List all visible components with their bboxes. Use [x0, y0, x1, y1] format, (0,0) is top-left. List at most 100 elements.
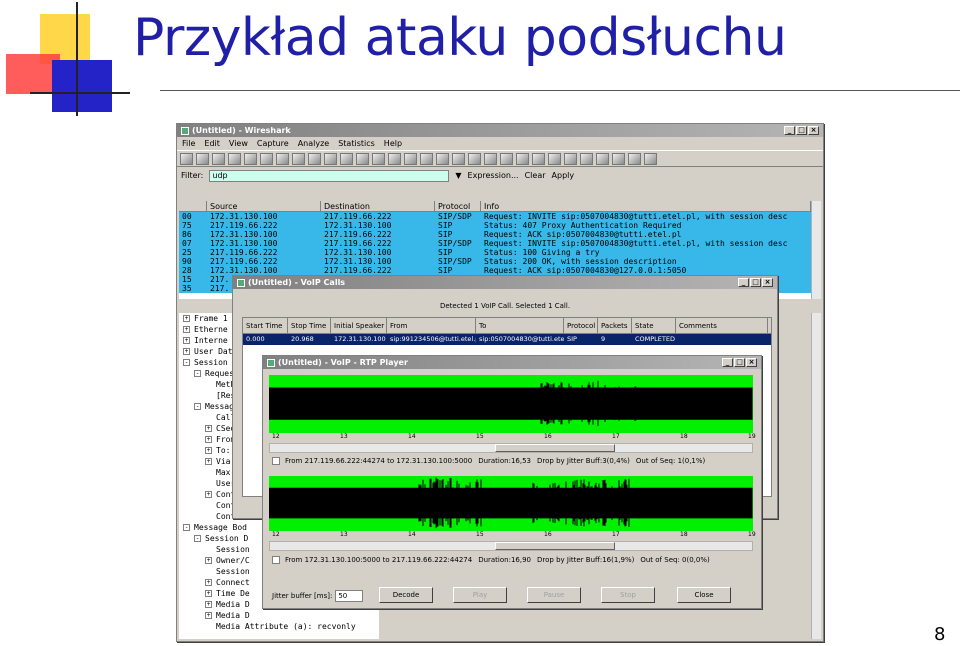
- toolbar-icon[interactable]: [260, 152, 273, 165]
- toolbar-icon[interactable]: [516, 152, 529, 165]
- stop-button[interactable]: Stop: [601, 587, 655, 603]
- table-row[interactable]: 25 217.119.66.222 172.31.130.100 SIP Status:…: [179, 248, 811, 257]
- menu-capture[interactable]: Capture: [257, 139, 289, 148]
- wireshark-titlebar[interactable]: (Untitled) - Wireshark _ □ ×: [177, 124, 823, 137]
- menu-analyze[interactable]: Analyze: [298, 139, 330, 148]
- voip-col-header[interactable]: Comments: [676, 318, 768, 333]
- stream-2-checkbox[interactable]: [272, 556, 280, 564]
- toolbar-icon[interactable]: [532, 152, 545, 165]
- close-button[interactable]: ×: [808, 126, 819, 135]
- table-row[interactable]: 86 172.31.130.100 217.119.66.222 SIP Request…: [179, 230, 811, 239]
- voip-col-header[interactable]: Stop Time: [288, 318, 331, 333]
- collapse-icon[interactable]: -: [183, 524, 190, 531]
- toolbar-icon[interactable]: [244, 152, 257, 165]
- decode-button[interactable]: Decode: [379, 587, 433, 603]
- toolbar-icon[interactable]: [420, 152, 433, 165]
- toolbar-icon[interactable]: [484, 152, 497, 165]
- toolbar-icon[interactable]: [548, 152, 561, 165]
- clear-button[interactable]: Clear: [525, 171, 546, 180]
- toolbar-icon[interactable]: [596, 152, 609, 165]
- expand-icon[interactable]: +: [205, 436, 212, 443]
- voip-col-header[interactable]: To: [476, 318, 564, 333]
- scroll-thumb[interactable]: [495, 444, 615, 452]
- expand-icon[interactable]: +: [205, 612, 212, 619]
- menu-statistics[interactable]: Statistics: [338, 139, 375, 148]
- col-info[interactable]: Info: [481, 201, 811, 211]
- voip-col-header[interactable]: Packets: [598, 318, 632, 333]
- toolbar-icon[interactable]: [196, 152, 209, 165]
- voip-calls-titlebar[interactable]: (Untitled) - VoIP Calls _ □ ×: [233, 276, 777, 289]
- minimize-button[interactable]: _: [738, 278, 749, 287]
- tree-item[interactable]: + Media D: [179, 610, 379, 621]
- minimize-button[interactable]: _: [784, 126, 795, 135]
- voip-col-header[interactable]: Protocol: [564, 318, 598, 333]
- col-no[interactable]: [179, 201, 207, 211]
- toolbar-icon[interactable]: [468, 152, 481, 165]
- toolbar-icon[interactable]: [372, 152, 385, 165]
- close-dialog-button[interactable]: Close: [677, 587, 731, 603]
- expand-icon[interactable]: +: [183, 315, 190, 322]
- waveform-stream-1[interactable]: [268, 375, 753, 433]
- toolbar-icon[interactable]: [324, 152, 337, 165]
- expand-icon[interactable]: +: [205, 601, 212, 608]
- menu-help[interactable]: Help: [384, 139, 402, 148]
- menu-edit[interactable]: Edit: [204, 139, 220, 148]
- play-button[interactable]: Play: [453, 587, 507, 603]
- rtp-player-titlebar[interactable]: (Untitled) - VoIP - RTP Player _ □ ×: [263, 356, 761, 369]
- menu-file[interactable]: File: [182, 139, 195, 148]
- toolbar-icon[interactable]: [340, 152, 353, 165]
- toolbar-icon[interactable]: [388, 152, 401, 165]
- apply-button[interactable]: Apply: [552, 171, 575, 180]
- filter-dropdown-icon[interactable]: ▼: [455, 171, 461, 180]
- toolbar-icon[interactable]: [212, 152, 225, 165]
- toolbar-icon[interactable]: [308, 152, 321, 165]
- table-row[interactable]: 90 217.119.66.222 172.31.130.100 SIP/SDP Sta…: [179, 257, 811, 266]
- toolbar-icon[interactable]: [452, 152, 465, 165]
- pause-button[interactable]: Pause: [527, 587, 581, 603]
- toolbar-icon[interactable]: [644, 152, 657, 165]
- stream-1-checkbox[interactable]: [272, 457, 280, 465]
- col-destination[interactable]: Destination: [321, 201, 435, 211]
- scrollbar-stream-2[interactable]: [269, 541, 753, 551]
- collapse-icon[interactable]: -: [183, 359, 190, 366]
- table-row[interactable]: 07 172.31.130.100 217.119.66.222 SIP/SDP Req…: [179, 239, 811, 248]
- expand-icon[interactable]: +: [205, 590, 212, 597]
- expand-icon[interactable]: +: [205, 491, 212, 498]
- expand-icon[interactable]: +: [183, 348, 190, 355]
- filter-input[interactable]: udp: [209, 169, 450, 182]
- toolbar-icon[interactable]: [228, 152, 241, 165]
- col-source[interactable]: Source: [207, 201, 321, 211]
- expand-icon[interactable]: +: [205, 447, 212, 454]
- toolbar-icon[interactable]: [580, 152, 593, 165]
- close-button[interactable]: ×: [762, 278, 773, 287]
- close-button[interactable]: ×: [746, 358, 757, 367]
- toolbar-icon[interactable]: [564, 152, 577, 165]
- collapse-icon[interactable]: -: [194, 403, 201, 410]
- expand-icon[interactable]: +: [205, 579, 212, 586]
- table-row[interactable]: 28 172.31.130.100 217.119.66.222 SIP Request…: [179, 266, 811, 275]
- voip-col-header[interactable]: Initial Speaker: [331, 318, 387, 333]
- minimize-button[interactable]: _: [722, 358, 733, 367]
- expand-icon[interactable]: +: [205, 557, 212, 564]
- scrollbar-stream-1[interactable]: [269, 443, 753, 453]
- toolbar-icon[interactable]: [404, 152, 417, 165]
- toolbar-icon[interactable]: [356, 152, 369, 165]
- table-row[interactable]: 00 172.31.130.100 217.119.66.222 SIP/SDP Req…: [179, 212, 811, 221]
- voip-col-header[interactable]: Start Time: [243, 318, 288, 333]
- table-row[interactable]: 0.000 20.968 172.31.130.100 sip:991234506@t…: [243, 334, 771, 345]
- toolbar-icon[interactable]: [500, 152, 513, 165]
- expand-icon[interactable]: +: [205, 458, 212, 465]
- voip-col-header[interactable]: From: [387, 318, 476, 333]
- toolbar-icon[interactable]: [180, 152, 193, 165]
- details-scrollbar[interactable]: [811, 313, 821, 639]
- voip-col-header[interactable]: State: [632, 318, 676, 333]
- toolbar-icon[interactable]: [612, 152, 625, 165]
- toolbar-icon[interactable]: [276, 152, 289, 165]
- col-protocol[interactable]: Protocol: [435, 201, 481, 211]
- jitter-input[interactable]: 50: [335, 590, 364, 602]
- collapse-icon[interactable]: -: [194, 370, 201, 377]
- waveform-stream-2[interactable]: [268, 476, 753, 531]
- maximize-button[interactable]: □: [734, 358, 745, 367]
- toolbar-icon[interactable]: [628, 152, 641, 165]
- scroll-thumb[interactable]: [495, 542, 615, 550]
